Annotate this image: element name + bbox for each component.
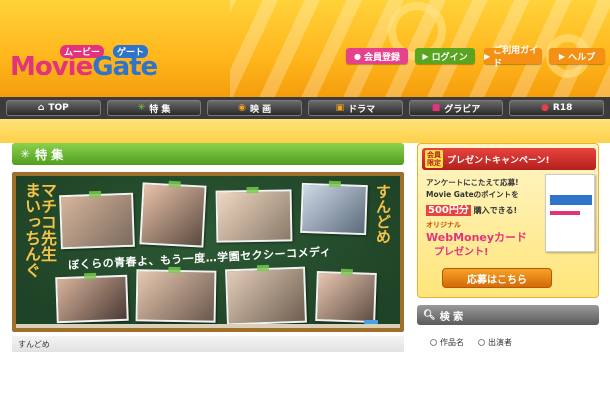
- feature-photo: [59, 192, 135, 250]
- feature-photo: [315, 270, 377, 324]
- chalk-icon: [364, 320, 378, 324]
- sparkle-icon: ✳: [137, 103, 146, 113]
- chalkboard: まいっちんぐ マチコ先生 ぼくらの青春よ、もう一度…学園セクシーコメディ すんど…: [16, 176, 400, 328]
- camera-icon: ■: [431, 103, 441, 113]
- nav-label: R18: [552, 103, 573, 113]
- arrow-icon: ▶: [558, 51, 566, 61]
- guide-label: ご利用ガイド: [493, 46, 539, 69]
- search-icon: 🔍︎: [423, 309, 436, 321]
- feature-title-left-2: マチコ先生: [38, 182, 57, 262]
- guide-button[interactable]: ▶ ご利用ガイド: [484, 46, 542, 69]
- search-option-label: 作品名: [440, 338, 464, 347]
- search-title: 検 索: [439, 311, 464, 323]
- tv-icon: ▣: [335, 103, 345, 113]
- magazine-bar: [550, 195, 592, 205]
- register-button[interactable]: ● 会員登録: [346, 48, 408, 64]
- header-band: [0, 119, 610, 143]
- sparkle-icon: ✳: [20, 147, 31, 161]
- logo-gate: Gate: [92, 52, 158, 82]
- radio-icon[interactable]: [430, 339, 437, 346]
- help-button[interactable]: ▶ ヘルプ: [549, 48, 605, 64]
- search-option-label: 出演者: [488, 338, 512, 347]
- film-icon: ◉: [238, 103, 247, 113]
- section-title: 特 集: [35, 147, 64, 162]
- feature-caption-text: すんどめ: [18, 339, 50, 349]
- feature-photo: [135, 269, 217, 323]
- radio-icon[interactable]: [478, 339, 485, 346]
- nav-item-r18[interactable]: ● R18: [509, 100, 605, 116]
- feature-title-right: すんどめ: [374, 184, 392, 244]
- magazine-bar: [550, 211, 580, 215]
- campaign-line-rest: 購入できる!: [473, 206, 518, 215]
- nav-label: グラビア: [444, 104, 481, 115]
- nav-item-gravure[interactable]: ■ グラビア: [408, 100, 504, 116]
- campaign-line: アンケートにこたえて応募!: [426, 178, 519, 187]
- arrow-icon: ▶: [422, 51, 429, 61]
- user-icon: ●: [354, 51, 361, 61]
- search-option-title[interactable]: 作品名: [430, 337, 464, 348]
- campaign-amount: 500円分: [426, 205, 471, 216]
- help-label: ヘルプ: [568, 52, 596, 63]
- main-nav: ⌂ TOP ✳ 特 集 ◉ 映 画 ▣ ドラマ ■ グラビア ● R18: [0, 97, 610, 119]
- login-label: ログイン: [431, 52, 468, 63]
- home-icon: ⌂: [37, 103, 45, 113]
- search-option-cast[interactable]: 出演者: [478, 337, 512, 348]
- campaign-line: 500円分 購入できる!: [426, 201, 517, 216]
- login-button[interactable]: ▶ ログイン: [415, 48, 475, 64]
- site-header: ムービー ゲート MovieGate ● 会員登録 ▶ ログイン ▶ ご利用ガイ…: [0, 0, 610, 97]
- campaign-box: 会員限定 プレゼントキャンペーン! アンケートにこたえて応募! Movie Ga…: [417, 143, 599, 298]
- search-options: 作品名 出演者: [430, 337, 512, 348]
- feature-photo: [215, 189, 293, 243]
- nav-label: 特 集: [149, 104, 171, 115]
- feature-banner[interactable]: まいっちんぐ マチコ先生 ぼくらの青春よ、もう一度…学園セクシーコメディ すんど…: [12, 172, 404, 332]
- section-header-feature: ✳ 特 集: [12, 143, 404, 165]
- nav-label: TOP: [48, 103, 69, 113]
- feature-photo: [300, 182, 368, 236]
- nav-label: ドラマ: [348, 104, 376, 115]
- r18-icon: ●: [541, 103, 549, 113]
- feature-photo: [225, 266, 307, 326]
- campaign-title: プレゼントキャンペーン!: [447, 155, 550, 166]
- members-only-badge: 会員限定: [425, 150, 443, 168]
- magazine-image: [545, 174, 595, 252]
- feature-photo: [55, 274, 129, 324]
- search-header: 🔍︎ 検 索: [417, 305, 599, 325]
- chalk-tray: [16, 324, 400, 328]
- site-logo[interactable]: MovieGate: [10, 52, 158, 82]
- nav-label: 映 画: [250, 104, 272, 115]
- campaign-line: プレゼント!: [434, 247, 489, 258]
- campaign-line: Movie Gateのポイントを: [426, 190, 519, 199]
- nav-item-drama[interactable]: ▣ ドラマ: [308, 100, 403, 116]
- nav-item-feature[interactable]: ✳ 特 集: [106, 100, 202, 116]
- arrow-icon: ▶: [484, 51, 491, 61]
- logo-movie: Movie: [10, 52, 93, 82]
- apply-button[interactable]: 応募はこちら: [442, 268, 552, 288]
- nav-item-movie[interactable]: ◉ 映 画: [207, 100, 303, 116]
- register-label: 会員登録: [363, 52, 400, 63]
- feature-photo: [139, 182, 207, 248]
- feature-caption[interactable]: すんどめ: [12, 336, 404, 352]
- campaign-header: 会員限定 プレゼントキャンペーン!: [422, 148, 596, 170]
- nav-item-top[interactable]: ⌂ TOP: [6, 100, 101, 116]
